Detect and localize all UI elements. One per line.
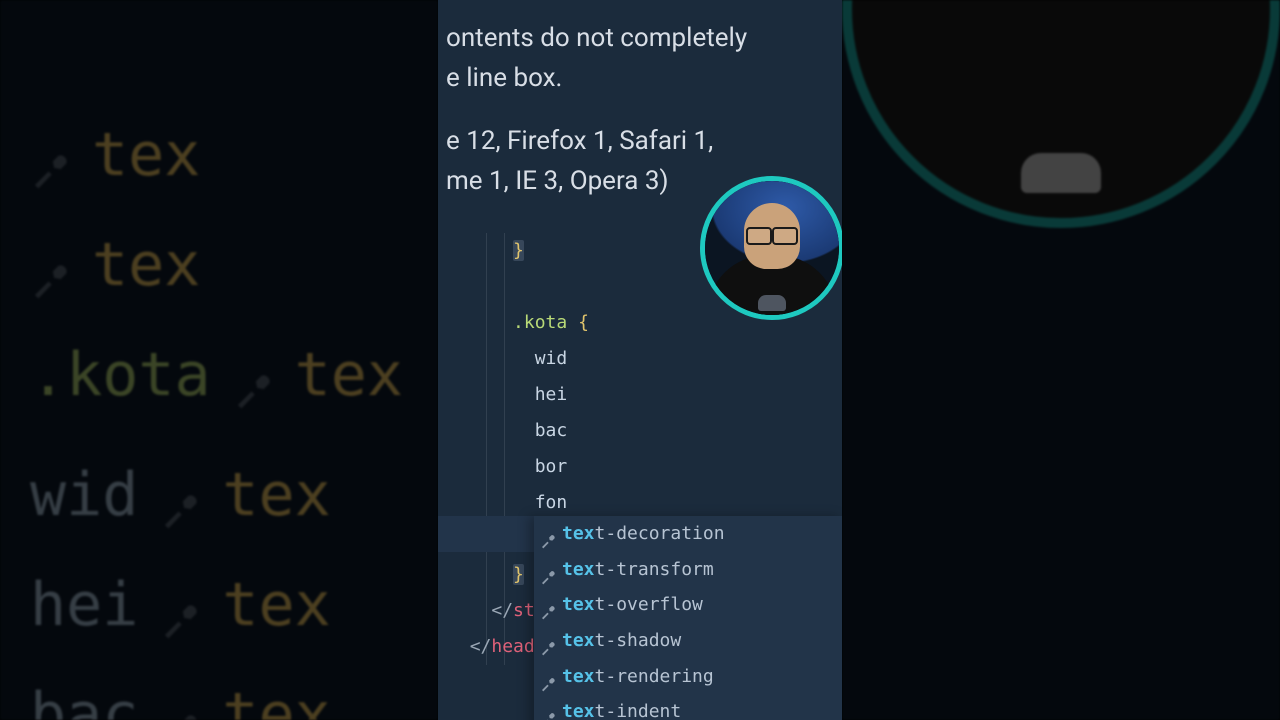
ghost-token: .kota (30, 340, 211, 410)
code-editor[interactable]: ontents do not completely e line box. e … (438, 0, 842, 720)
ghost-token: tex (92, 230, 200, 300)
webcam-large (842, 0, 1280, 228)
wrench-icon (540, 526, 556, 542)
wrench-icon (540, 704, 556, 720)
code-line[interactable]: bac (448, 413, 842, 449)
autocomplete-label: text-transform (562, 552, 714, 588)
wrench-icon (540, 597, 556, 613)
autocomplete-label: text-overflow (562, 587, 703, 623)
autocomplete-label: text-rendering (562, 659, 714, 695)
autocomplete-popup[interactable]: text-decorationtext-transformtext-overfl… (534, 516, 842, 720)
autocomplete-item[interactable]: text-shadow (534, 623, 842, 659)
doc-text: ontents do not completely (446, 23, 747, 53)
wrench-icon (233, 355, 273, 395)
wrench-icon (160, 585, 200, 625)
code-line[interactable]: wid (448, 341, 842, 377)
wrench-icon (160, 475, 200, 515)
wrench-icon (160, 695, 200, 720)
autocomplete-item[interactable]: text-indent (534, 694, 842, 720)
autocomplete-label: text-decoration (562, 516, 725, 552)
webcam-overlay (700, 176, 842, 320)
ghost-token: bac (30, 680, 138, 720)
autocomplete-label: text-indent (562, 694, 681, 720)
wrench-icon (540, 669, 556, 685)
pillarbox-right (842, 0, 1280, 720)
autocomplete-item[interactable]: text-rendering (534, 659, 842, 695)
code-line[interactable]: bor (448, 449, 842, 485)
doc-compat: me 1, IE 3, Opera 3) (446, 166, 669, 196)
doc-text: e line box. (446, 63, 562, 93)
doc-compat: e 12, Firefox 1, Safari 1, (446, 126, 713, 156)
ghost-token: tex (92, 120, 200, 190)
ghost-token: hei (30, 570, 138, 640)
ghost-token: tex (222, 460, 330, 530)
autocomplete-item[interactable]: text-transform (534, 552, 842, 588)
ghost-token: tex (222, 680, 330, 720)
autocomplete-item[interactable]: text-overflow (534, 587, 842, 623)
code-line[interactable]: hei (448, 377, 842, 413)
wrench-icon (540, 562, 556, 578)
wrench-icon (30, 245, 70, 285)
autocomplete-item[interactable]: text-decoration (534, 516, 842, 552)
autocomplete-label: text-shadow (562, 623, 681, 659)
ghost-token: wid (30, 460, 138, 530)
ghost-token: tex (222, 570, 330, 640)
wrench-icon (540, 633, 556, 649)
ghost-token: tex (295, 340, 403, 410)
pillarbox-left: tex tex .kota tex wid tex hei (0, 0, 438, 720)
wrench-icon (30, 135, 70, 175)
